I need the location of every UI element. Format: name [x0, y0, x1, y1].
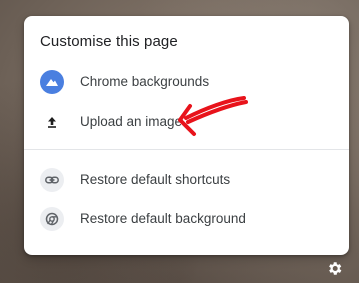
mountain-icon — [40, 70, 64, 94]
restore-shortcuts-label: Restore default shortcuts — [80, 172, 231, 187]
upload-icon — [40, 110, 64, 134]
restore-background-item[interactable]: Restore default background — [24, 200, 349, 238]
red-arrow-icon — [178, 96, 248, 136]
menu-title: Customise this page — [40, 33, 178, 50]
restore-background-label: Restore default background — [80, 211, 246, 226]
link-icon — [40, 168, 64, 192]
menu-divider — [24, 149, 349, 150]
upload-image-label: Upload an image — [80, 114, 183, 129]
chrome-backgrounds-label: Chrome backgrounds — [80, 74, 210, 89]
gear-icon[interactable] — [326, 260, 343, 277]
restore-shortcuts-item[interactable]: Restore default shortcuts — [24, 161, 349, 199]
chrome-icon — [40, 207, 64, 231]
